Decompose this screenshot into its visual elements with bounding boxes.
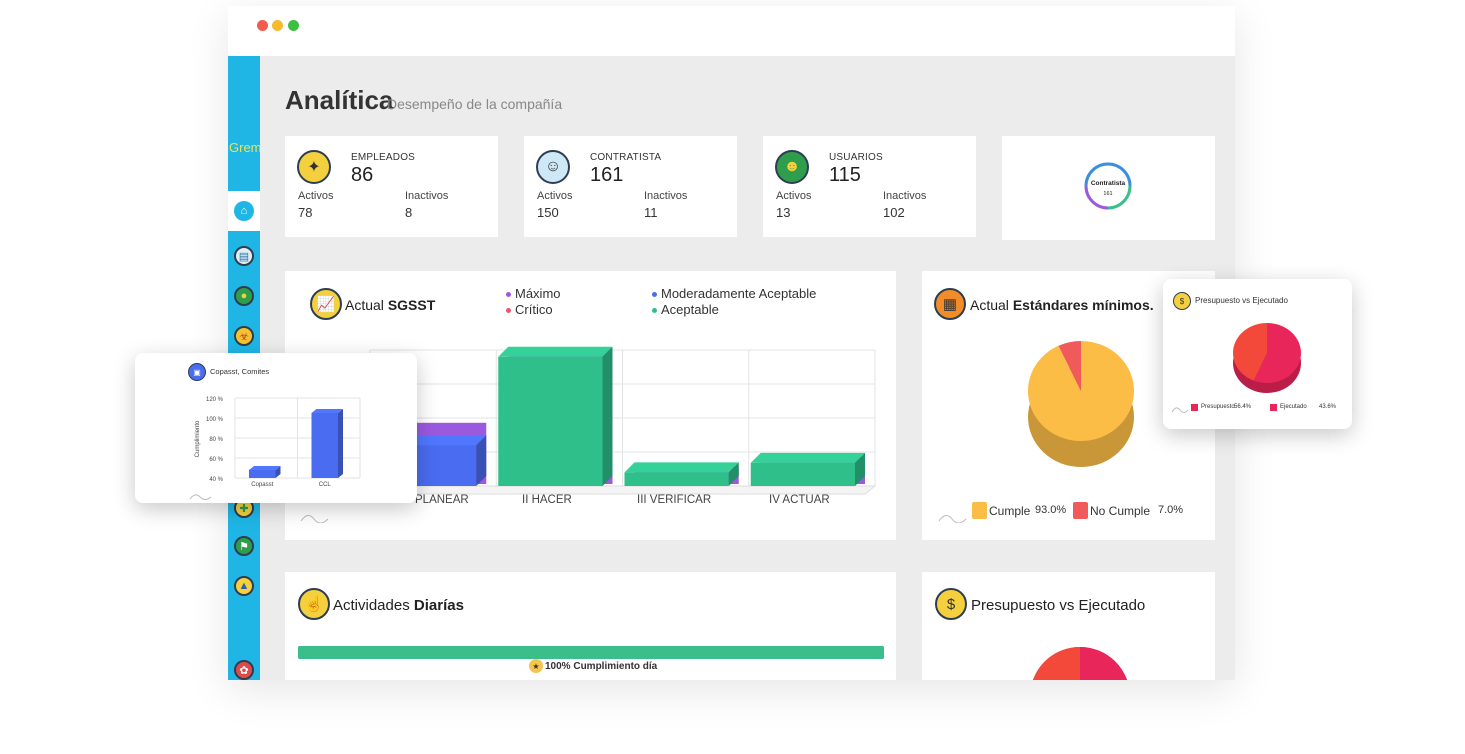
inactive-value: 8 bbox=[405, 205, 413, 220]
budget-card: $ Presupuesto vs Ejecutado bbox=[922, 572, 1215, 680]
leaf-icon[interactable]: ✿ bbox=[234, 660, 254, 680]
active-label: Activos bbox=[776, 190, 812, 202]
title-bar bbox=[228, 6, 1235, 56]
daily-progress-fill bbox=[298, 646, 884, 659]
active-label: Activos bbox=[537, 190, 573, 202]
legend-value-presupuesto: 56.4% bbox=[1234, 404, 1252, 410]
legend-value-no-cumple: 7.0% bbox=[1158, 504, 1184, 516]
inactive-label: Inactivos bbox=[644, 190, 688, 202]
pie-slice bbox=[1033, 647, 1080, 680]
stat-label: USUARIOS bbox=[829, 152, 883, 163]
home-icon: ⌂ bbox=[234, 201, 254, 221]
legend-swatch-presupuesto bbox=[1191, 404, 1198, 411]
stat-card-users[interactable]: ☻ USUARIOS 115 Activos 13 Inactivos 102 bbox=[763, 136, 976, 237]
shield-icon[interactable]: ▲ bbox=[234, 576, 254, 596]
bar-top bbox=[750, 452, 865, 463]
active-value: 78 bbox=[298, 205, 313, 220]
contractor-icon: ☺ bbox=[536, 150, 570, 184]
bar bbox=[498, 356, 603, 486]
active-value: 13 bbox=[776, 205, 791, 220]
legend-value-ejecutado: 43.6% bbox=[1319, 404, 1337, 410]
daily-progress-bar bbox=[298, 646, 884, 659]
users-icon: ☻ bbox=[775, 150, 809, 184]
x-tick-label: Copasst bbox=[251, 482, 273, 488]
medal-icon: ★ bbox=[529, 659, 543, 673]
sparkline-icon bbox=[1171, 407, 1189, 413]
copasst-bar-chart: 120 % 100 % 80 % 60 % 40 % Cumplimiento Copass… bbox=[195, 397, 361, 488]
close-window-button[interactable] bbox=[257, 20, 268, 31]
stat-total: 86 bbox=[351, 164, 374, 186]
contractor-gauge: Contratista 161 bbox=[1084, 162, 1132, 210]
user-icon[interactable]: ● bbox=[234, 286, 254, 306]
hand-icon: ☝ bbox=[298, 588, 330, 620]
inactive-value: 11 bbox=[644, 205, 658, 220]
bar-side bbox=[338, 409, 343, 478]
legend-label-cumple: Cumple bbox=[989, 504, 1031, 518]
bar bbox=[249, 470, 276, 478]
sparkline-icon bbox=[189, 494, 212, 500]
gauge-arc-green bbox=[1107, 185, 1132, 210]
legend-label-presupuesto: Presupuesto bbox=[1201, 404, 1235, 410]
gauge-card[interactable]: Contratista 161 bbox=[1002, 136, 1215, 240]
bar bbox=[624, 472, 729, 486]
budget-card-pie-chart bbox=[1032, 647, 1128, 680]
y-tick-label: 120 % bbox=[206, 397, 224, 403]
bar-top bbox=[624, 462, 739, 473]
x-tick-label: CCL bbox=[319, 482, 332, 488]
inactive-label: Inactivos bbox=[405, 190, 449, 202]
x-tick-label: III VERIFICAR bbox=[637, 494, 712, 506]
bar bbox=[311, 413, 338, 478]
bar-side bbox=[602, 346, 613, 486]
stat-label: EMPLEADOS bbox=[351, 152, 416, 163]
chart-floor bbox=[358, 485, 877, 495]
active-value: 150 bbox=[537, 205, 559, 220]
minimize-window-button[interactable] bbox=[272, 20, 283, 31]
sparkline-icon bbox=[300, 515, 329, 523]
gauge-arc-purple bbox=[1084, 185, 1109, 210]
employees-icon: ✦ bbox=[297, 150, 331, 184]
gauge-label: Contratista bbox=[1091, 180, 1126, 187]
gauge-value: 161 bbox=[1103, 191, 1112, 197]
copasst-popup[interactable]: ▣ Copasst, Comites 120 % 100 % 80 % 60 % 40 … bbox=[135, 353, 417, 503]
progress-label: 100% Cumplimiento día bbox=[545, 661, 658, 672]
active-label: Activos bbox=[298, 190, 334, 202]
y-tick-label: 60 % bbox=[209, 457, 223, 463]
page-subtitle: Desempeño de la compañía bbox=[387, 96, 563, 112]
bar bbox=[750, 462, 855, 486]
bar-top bbox=[498, 346, 613, 357]
legend-value-cumple: 93.0% bbox=[1035, 504, 1067, 516]
actividades-title: Actividades Diarías bbox=[333, 597, 464, 614]
y-axis-label: Cumplimiento bbox=[195, 420, 201, 457]
legend-swatch-ejecutado bbox=[1270, 404, 1277, 411]
stat-total: 161 bbox=[590, 164, 624, 186]
budget-popup[interactable]: $ Presupuesto vs Ejecutado Presupuesto 5… bbox=[1163, 279, 1352, 429]
bar-top bbox=[249, 466, 281, 470]
x-tick-label: II HACER bbox=[522, 494, 572, 506]
biohazard-icon[interactable]: ☣ bbox=[234, 326, 254, 346]
y-tick-label: 100 % bbox=[206, 417, 224, 423]
document-icon[interactable]: ▤ bbox=[234, 246, 254, 266]
flag-icon[interactable]: ⚑ bbox=[234, 536, 254, 556]
sparkline-icon bbox=[938, 515, 967, 523]
stat-total: 115 bbox=[829, 164, 861, 186]
maximize-window-button[interactable] bbox=[288, 20, 299, 31]
x-tick-label: IV ACTUAR bbox=[769, 494, 830, 506]
page-title: Analítica bbox=[285, 85, 394, 115]
sidebar-item-home[interactable]: ⌂ bbox=[228, 191, 260, 231]
inactive-value: 102 bbox=[883, 205, 905, 220]
legend-label-no-cumple: No Cumple bbox=[1090, 504, 1151, 518]
stat-card-employees[interactable]: ✦ EMPLEADOS 86 Activos 78 Inactivos 8 bbox=[285, 136, 498, 237]
bar-top bbox=[311, 409, 343, 413]
brand-logo: Grem bbox=[229, 140, 260, 155]
stat-label: CONTRATISTA bbox=[590, 152, 662, 163]
inactive-label: Inactivos bbox=[883, 190, 927, 202]
legend-swatch-cumple bbox=[972, 502, 987, 519]
x-tick-label: PLANEAR bbox=[415, 494, 469, 506]
legend-label-ejecutado: Ejecutado bbox=[1280, 404, 1307, 410]
y-tick-label: 40 % bbox=[209, 477, 223, 483]
stat-card-contractors[interactable]: ☺ CONTRATISTA 161 Activos 150 Inactivos … bbox=[524, 136, 737, 237]
y-tick-label: 80 % bbox=[209, 437, 223, 443]
legend-swatch-no-cumple bbox=[1073, 502, 1088, 519]
